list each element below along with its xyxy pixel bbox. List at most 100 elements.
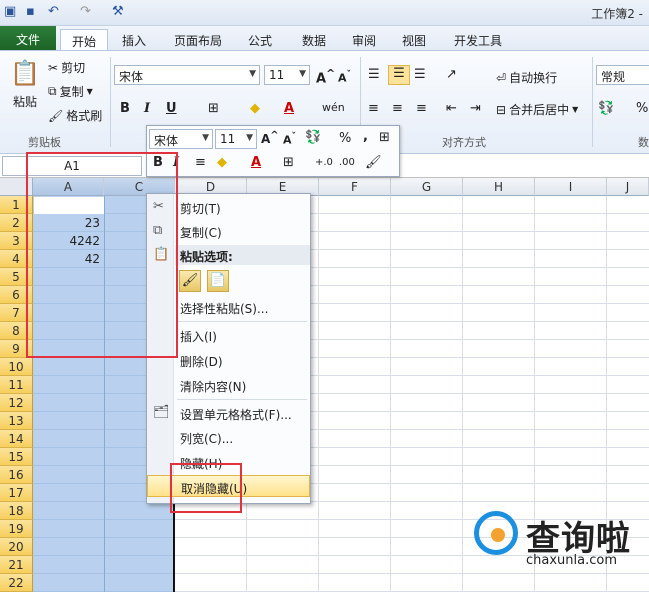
mini-comma-button[interactable]: , bbox=[363, 129, 368, 144]
menu-item-format-cells[interactable]: 🗂 设置单元格格式(F)... bbox=[147, 402, 310, 424]
mini-font-color-icon[interactable]: A bbox=[251, 155, 261, 170]
excel-app-icon[interactable]: ▣ bbox=[4, 4, 16, 19]
quick-access-toolbar: ▣ ▪ ↶ ↷ ⚒ 工作簿2 - bbox=[0, 0, 649, 26]
menu-item-clear-contents[interactable]: 清除内容(N) bbox=[147, 374, 310, 396]
mini-fill-color-icon[interactable]: ◆ bbox=[217, 155, 227, 170]
tab-review[interactable]: 审阅 bbox=[342, 29, 386, 50]
row-header[interactable]: 11 bbox=[0, 376, 33, 394]
chevron-down-icon: ▼ bbox=[202, 133, 209, 143]
undo-icon[interactable]: ↶ bbox=[48, 4, 59, 19]
mini-percent-button[interactable]: % bbox=[339, 131, 351, 146]
mini-borders-icon[interactable]: ⊞ bbox=[283, 155, 294, 170]
tab-data[interactable]: 数据 bbox=[292, 29, 336, 50]
mini-increase-decimal-button[interactable]: +.0 bbox=[315, 157, 333, 168]
row-header[interactable]: 17 bbox=[0, 484, 33, 502]
tab-formulas[interactable]: 公式 bbox=[238, 29, 282, 50]
cut-button[interactable]: ✂ 剪切 bbox=[48, 59, 85, 76]
underline-button[interactable]: U bbox=[166, 101, 177, 116]
paste-formatting-icon[interactable]: 🖌 bbox=[179, 270, 201, 292]
alignment-group-label: 对齐方式 bbox=[442, 136, 486, 149]
paste-icon: 📋 bbox=[10, 59, 40, 87]
font-size-combo[interactable]: 11 ▼ bbox=[264, 65, 310, 85]
format-painter-button[interactable]: 🖌 格式刷 bbox=[48, 107, 102, 124]
currency-icon[interactable]: 💱 bbox=[598, 101, 614, 116]
tab-developer[interactable]: 开发工具 bbox=[446, 29, 510, 50]
align-right-icon[interactable]: ≡ bbox=[416, 101, 427, 116]
column-header-i[interactable]: I bbox=[535, 178, 607, 196]
merge-icon: ⊟ bbox=[496, 102, 507, 117]
number-format-combo[interactable]: 常规 bbox=[596, 65, 649, 85]
wrap-text-button[interactable]: ⏎ 自动换行 bbox=[496, 69, 557, 86]
row-header[interactable]: 19 bbox=[0, 520, 33, 538]
watermark-logo: 查询啦 chaxunla.com bbox=[472, 505, 644, 575]
row-header[interactable]: 15 bbox=[0, 448, 33, 466]
format-cells-icon: 🗂 bbox=[153, 405, 170, 420]
increase-indent-icon[interactable]: ⇥ bbox=[470, 101, 481, 116]
tab-view[interactable]: 视图 bbox=[392, 29, 436, 50]
menu-separator bbox=[177, 321, 307, 322]
font-color-icon[interactable]: A bbox=[284, 101, 294, 116]
mini-grow-font-icon[interactable]: A^ bbox=[261, 130, 279, 146]
paste-values-icon[interactable]: 📄 bbox=[207, 270, 229, 292]
column-header-h[interactable]: H bbox=[463, 178, 535, 196]
tab-page-layout[interactable]: 页面布局 bbox=[166, 29, 230, 50]
align-bottom-icon[interactable]: ☰ bbox=[414, 67, 426, 82]
decrease-indent-icon[interactable]: ⇤ bbox=[446, 101, 457, 116]
chevron-down-icon: ▼ bbox=[249, 69, 256, 79]
row-header[interactable]: 18 bbox=[0, 502, 33, 520]
save-icon[interactable]: ▪ bbox=[26, 4, 35, 19]
mini-decrease-decimal-button[interactable]: .00 bbox=[339, 157, 355, 168]
grow-font-button[interactable]: A^ bbox=[316, 67, 335, 86]
tab-insert[interactable]: 插入 bbox=[112, 29, 156, 50]
customize-icon[interactable]: ⚒ bbox=[112, 4, 124, 19]
row-header[interactable]: 14 bbox=[0, 430, 33, 448]
align-middle-icon[interactable]: ☰ bbox=[388, 65, 410, 85]
mini-toolbar: 宋体 ▼ 11 ▼ A^ Aˇ 💱 % , ⊞ B I ≡ ◆ A ⊞ +.0 .0… bbox=[146, 125, 400, 177]
fill-color-icon[interactable]: ◆ bbox=[250, 101, 260, 116]
redo-icon[interactable]: ↷ bbox=[80, 4, 91, 19]
annotation-box-columns bbox=[26, 152, 178, 358]
annotation-box-unhide bbox=[170, 463, 242, 513]
borders-icon[interactable]: ⊞ bbox=[208, 101, 219, 116]
ribbon-tabs: 文件 开始 插入 页面布局 公式 数据 审阅 视图 开发工具 bbox=[0, 26, 649, 50]
mini-currency-icon[interactable]: 💱 bbox=[305, 130, 321, 145]
row-header[interactable]: 12 bbox=[0, 394, 33, 412]
mini-size-combo[interactable]: 11 ▼ bbox=[215, 129, 257, 149]
wrap-icon: ⏎ bbox=[496, 70, 507, 85]
row-header[interactable]: 22 bbox=[0, 574, 33, 592]
scissors-icon: ✂ bbox=[48, 60, 59, 75]
paste-button[interactable]: 📋 粘贴 bbox=[8, 59, 42, 110]
menu-item-column-width[interactable]: 列宽(C)... bbox=[147, 426, 310, 448]
row-header[interactable]: 10 bbox=[0, 358, 33, 376]
font-name-combo[interactable]: 宋体 ▼ bbox=[114, 65, 260, 85]
column-header-j[interactable]: J bbox=[607, 178, 649, 196]
merge-center-button[interactable]: ⊟ 合并后居中 ▼ bbox=[496, 101, 578, 118]
column-header-f[interactable]: F bbox=[319, 178, 391, 196]
mini-format-painter-icon[interactable]: 🖌 bbox=[365, 155, 382, 170]
phonetic-button[interactable]: wén bbox=[322, 101, 345, 114]
mini-shrink-font-icon[interactable]: Aˇ bbox=[283, 131, 296, 147]
shrink-font-button[interactable]: Aˇ bbox=[338, 69, 351, 85]
group-separator bbox=[592, 57, 593, 147]
row-header[interactable]: 16 bbox=[0, 466, 33, 484]
mini-center-icon[interactable]: ≡ bbox=[195, 155, 206, 170]
italic-button[interactable]: I bbox=[144, 101, 150, 116]
percent-button[interactable]: % bbox=[636, 101, 648, 116]
menu-separator bbox=[177, 399, 307, 400]
tab-file[interactable]: 文件 bbox=[0, 26, 56, 50]
tab-home[interactable]: 开始 bbox=[60, 29, 108, 50]
orientation-icon[interactable]: ↗ bbox=[446, 67, 457, 82]
row-header[interactable]: 20 bbox=[0, 538, 33, 556]
group-separator bbox=[110, 57, 111, 147]
column-header-g[interactable]: G bbox=[391, 178, 463, 196]
bold-button[interactable]: B bbox=[120, 101, 130, 116]
window-title: 工作簿2 - bbox=[591, 7, 643, 21]
align-left-icon[interactable]: ≡ bbox=[368, 101, 379, 116]
row-header[interactable]: 21 bbox=[0, 556, 33, 574]
copy-button[interactable]: ⧉ 复制 ▼ bbox=[48, 83, 93, 100]
align-top-icon[interactable]: ☰ bbox=[368, 67, 380, 82]
row-header[interactable]: 13 bbox=[0, 412, 33, 430]
align-center-icon[interactable]: ≡ bbox=[392, 101, 403, 116]
mini-font-combo[interactable]: 宋体 ▼ bbox=[149, 129, 213, 149]
mini-format-icon[interactable]: ⊞ bbox=[379, 130, 390, 145]
